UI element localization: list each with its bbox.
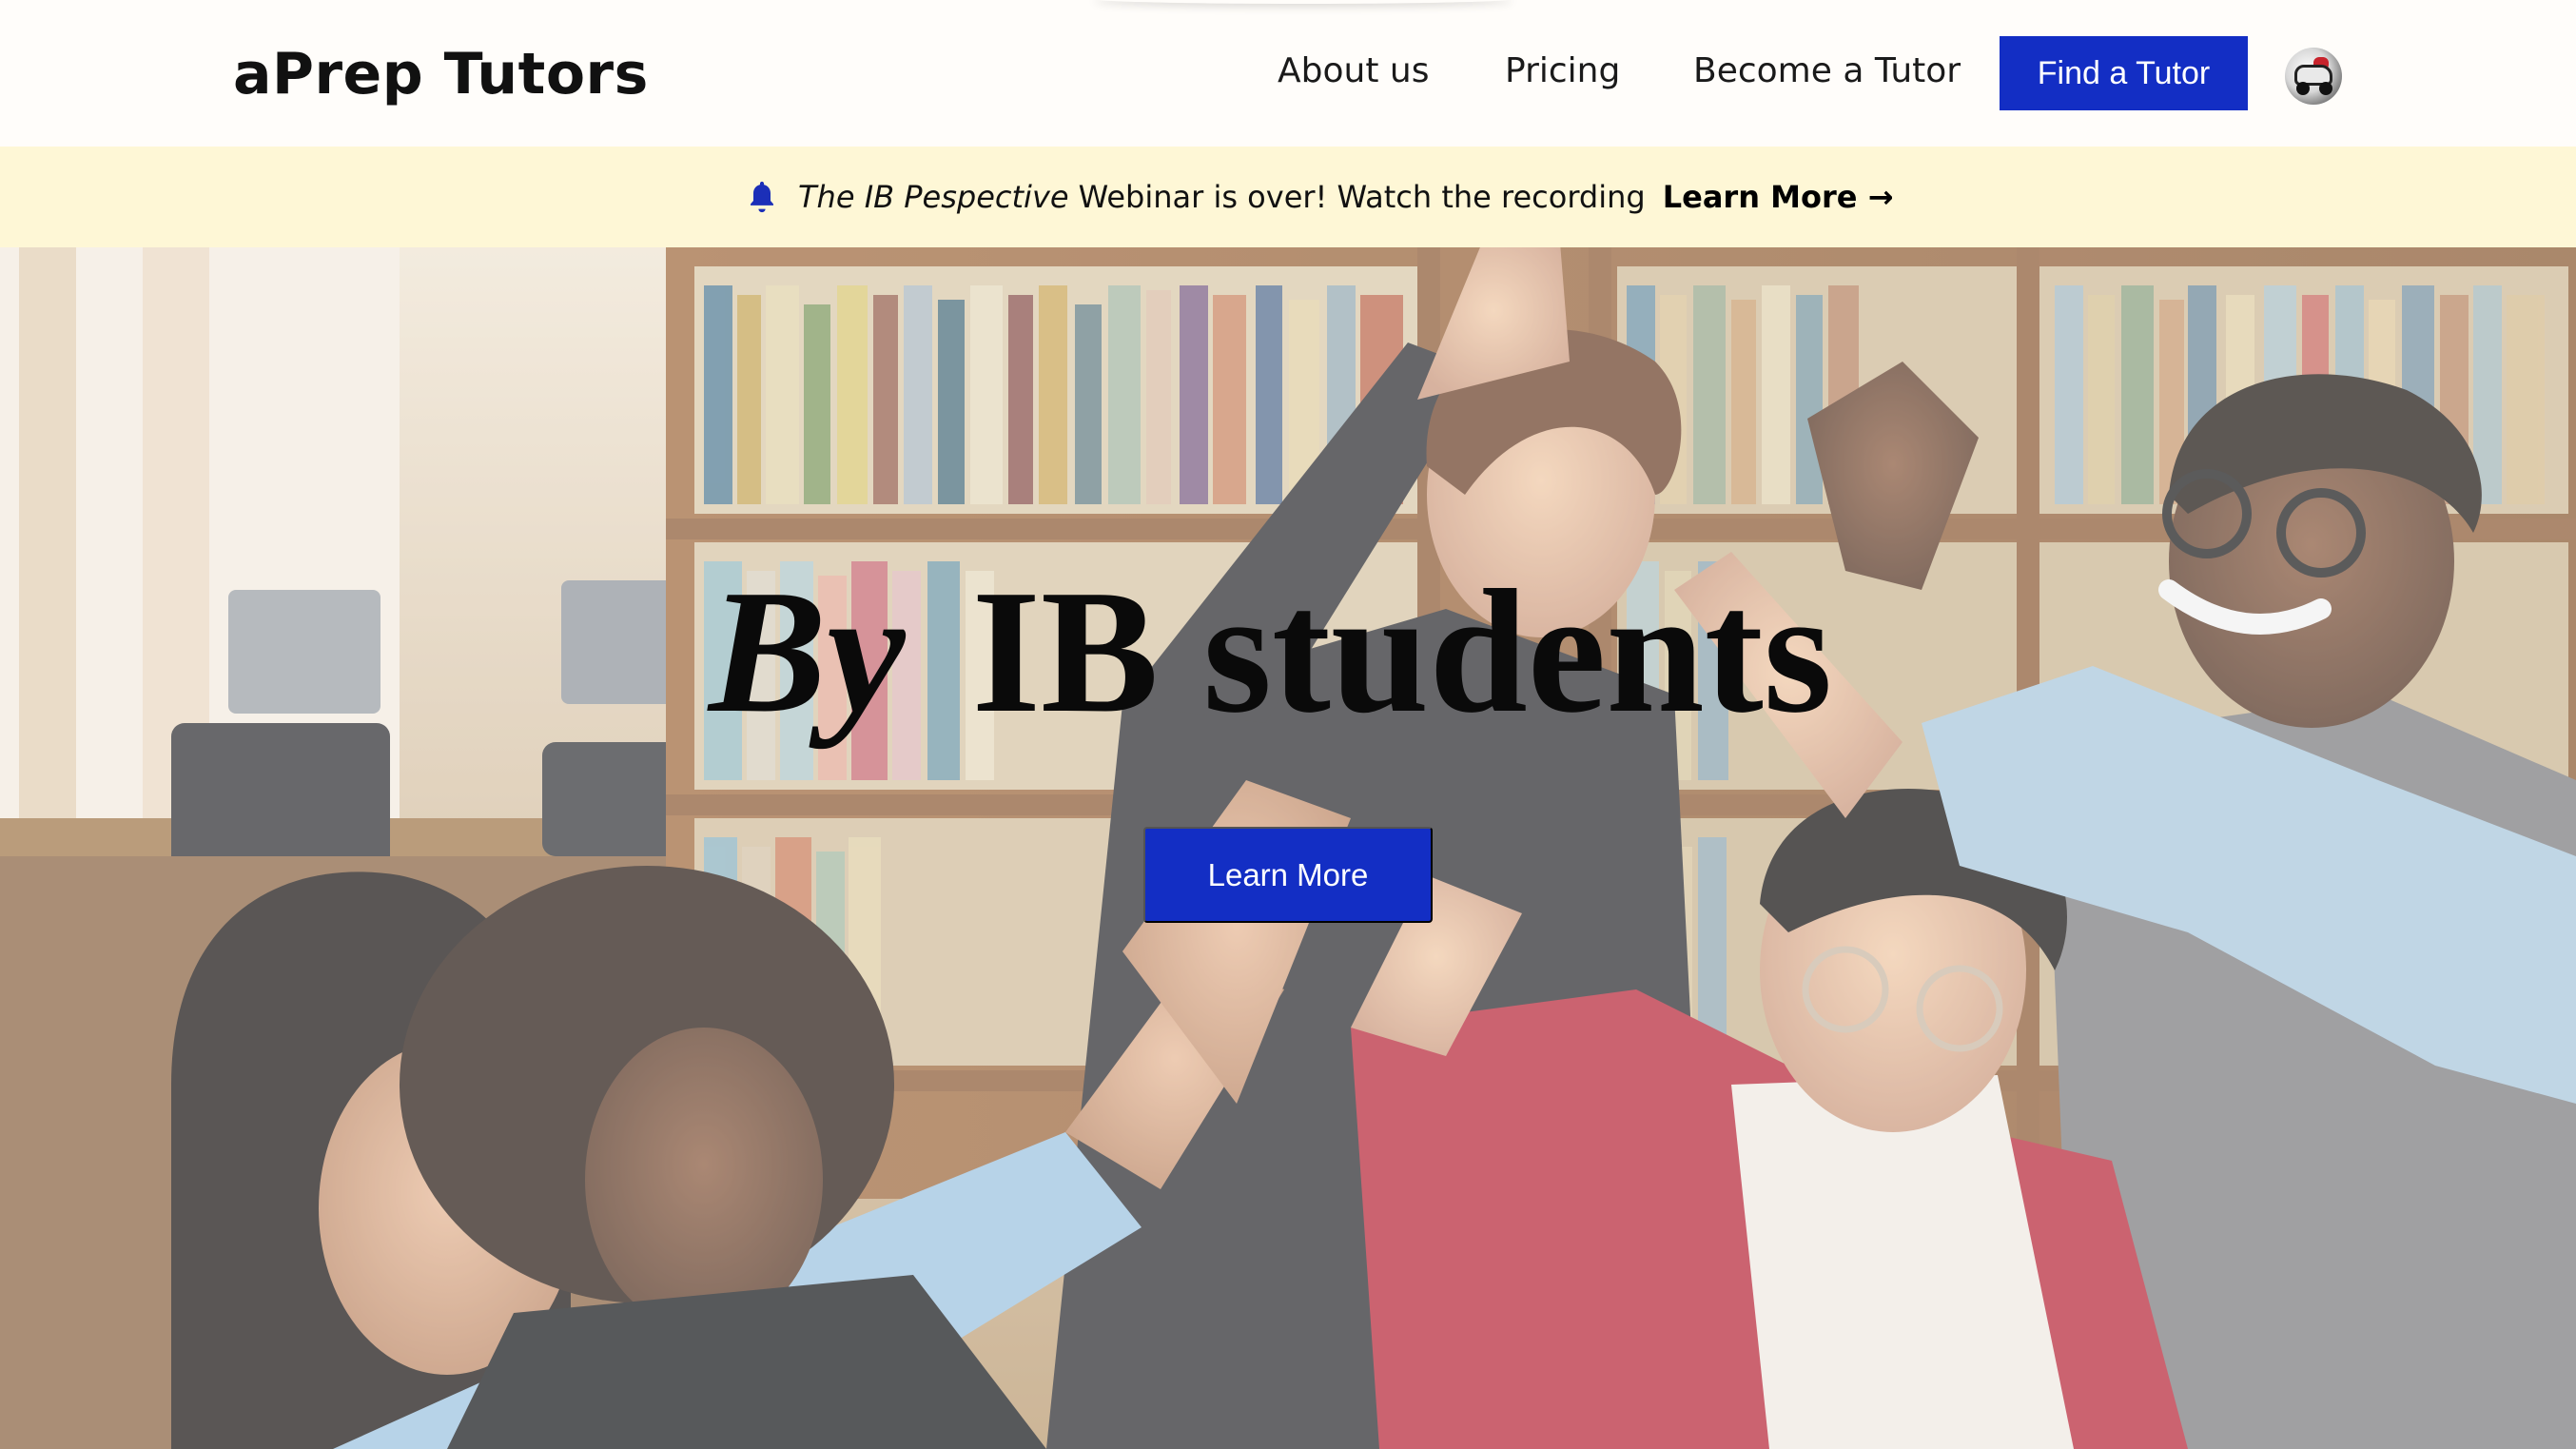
hero-section: By IB students Learn More — [0, 247, 2576, 1449]
header-shadow — [1094, 0, 1512, 4]
announcement-banner: The IB Pespective Webinar is over! Watch… — [0, 147, 2576, 247]
nav-about-us[interactable]: About us — [1278, 40, 1429, 103]
hero-headline-text: IB students — [971, 554, 1833, 750]
banner-message: Webinar is over! Watch the recording — [1078, 179, 1646, 215]
banner-webinar-title: The IB Pespective — [798, 179, 1069, 215]
hero-learn-more-button[interactable]: Learn More — [1143, 827, 1433, 923]
nav-become-a-tutor[interactable]: Become a Tutor — [1693, 40, 1961, 103]
find-a-tutor-button[interactable]: Find a Tutor — [2000, 36, 2248, 110]
profile-avatar[interactable] — [2285, 48, 2342, 105]
banner-learn-more-link[interactable]: Learn More → — [1663, 179, 1894, 215]
banner-content: The IB Pespective Webinar is over! Watch… — [747, 147, 1893, 247]
nav-pricing[interactable]: Pricing — [1505, 40, 1620, 103]
site-header: aPrep Tutors About us Pricing Become a T… — [0, 0, 2576, 147]
hero-headline-emphasis: By — [709, 554, 906, 750]
brand-logo[interactable]: aPrep Tutors — [233, 38, 649, 110]
hero-headline: By IB students — [709, 557, 1832, 747]
bell-icon — [751, 181, 773, 213]
